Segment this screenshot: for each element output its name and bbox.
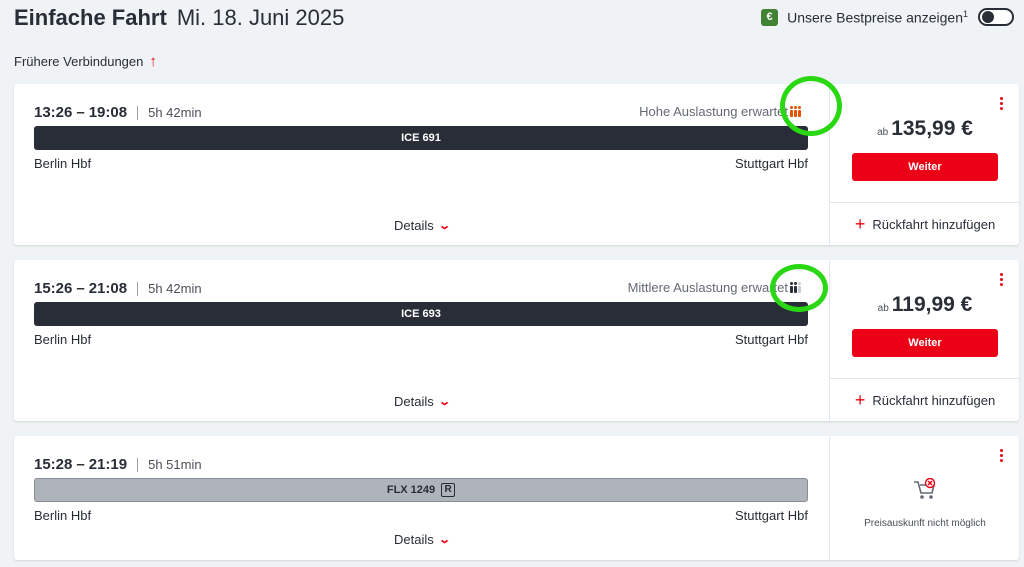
occupancy-medium-icon bbox=[790, 282, 801, 293]
time-dash: – bbox=[76, 280, 85, 297]
page-title: Einfache Fahrt bbox=[14, 5, 167, 30]
destination-station: Stuttgart Hbf bbox=[735, 156, 808, 171]
train-name: ICE 693 bbox=[401, 308, 441, 320]
continue-button[interactable]: Weiter bbox=[852, 329, 998, 357]
add-return-label: Rückfahrt hinzufügen bbox=[872, 216, 996, 232]
euro-icon: € bbox=[761, 8, 779, 26]
earlier-connections-label: Frühere Verbindungen bbox=[14, 54, 144, 69]
connection-main[interactable]: 15:28 – 21:19 5h 51min FLX 1249 R Berlin … bbox=[14, 436, 829, 560]
departure-time: 15:26 bbox=[34, 280, 73, 297]
travel-date[interactable]: Mi. 18. Juni 2025 bbox=[177, 5, 345, 31]
price-prefix: ab bbox=[877, 127, 889, 138]
details-toggle[interactable]: Details ⌄ bbox=[14, 218, 829, 233]
train-bar[interactable]: ICE 693 bbox=[34, 302, 808, 326]
duration: 5h 51min bbox=[148, 457, 202, 472]
earlier-connections-link[interactable]: Frühere Verbindungen ↑ bbox=[14, 53, 157, 70]
bestprice-toggle-row[interactable]: € Unsere Bestpreise anzeigen1 bbox=[761, 8, 1014, 26]
arrival-time: 19:08 bbox=[88, 104, 128, 121]
price-value: 135,99 € bbox=[891, 117, 973, 140]
price: ab 135,99 € bbox=[830, 117, 1020, 141]
price: ab 119,99 € bbox=[830, 293, 1020, 317]
destination-station: Stuttgart Hbf bbox=[735, 332, 808, 347]
connection-main[interactable]: 13:26 – 19:08 5h 42min Hohe Auslastung e… bbox=[14, 84, 829, 245]
time-dash: – bbox=[76, 456, 85, 473]
toggle-knob bbox=[982, 11, 994, 23]
connection-times: 13:26 – 19:08 5h 42min bbox=[34, 104, 202, 121]
no-price-label: Preisauskunft nicht möglich bbox=[864, 518, 986, 529]
details-toggle[interactable]: Details ⌄ bbox=[14, 394, 829, 409]
more-options-icon[interactable] bbox=[1000, 272, 1003, 287]
departure-time: 13:26 bbox=[34, 104, 73, 121]
connection-times: 15:26 – 21:08 5h 42min bbox=[34, 280, 202, 297]
details-label: Details bbox=[394, 532, 434, 547]
price-prefix: ab bbox=[877, 303, 889, 314]
origin-station: Berlin Hbf bbox=[34, 332, 92, 347]
bestprice-label: Unsere Bestpreise anzeigen1 bbox=[787, 8, 968, 26]
arrival-time: 21:08 bbox=[88, 280, 128, 297]
more-options-icon[interactable] bbox=[1000, 96, 1003, 111]
occupancy-info: Mittlere Auslastung erwartet bbox=[628, 280, 801, 295]
details-label: Details bbox=[394, 394, 434, 409]
origin-station: Berlin Hbf bbox=[34, 156, 92, 171]
destination-station: Stuttgart Hbf bbox=[735, 508, 808, 523]
more-options-icon[interactable] bbox=[1000, 448, 1003, 463]
price-panel: Preisauskunft nicht möglich bbox=[829, 436, 1019, 560]
departure-time: 15:28 bbox=[34, 456, 73, 473]
add-return-button[interactable]: + Rückfahrt hinzufügen bbox=[830, 202, 1020, 245]
price-panel: ab 135,99 € Weiter + Rückfahrt hinzufügen bbox=[829, 84, 1020, 245]
no-price-info: Preisauskunft nicht möglich bbox=[830, 477, 1020, 529]
connection-main[interactable]: 15:26 – 21:08 5h 42min Mittlere Auslastu… bbox=[14, 260, 829, 421]
add-return-label: Rückfahrt hinzufügen bbox=[872, 392, 996, 408]
occupancy-info: Hohe Auslastung erwartet bbox=[639, 104, 801, 119]
cart-unavailable-icon bbox=[830, 477, 1020, 508]
continue-button[interactable]: Weiter bbox=[852, 153, 998, 181]
chevron-down-icon: ⌄ bbox=[437, 396, 451, 408]
arrival-time: 21:19 bbox=[88, 456, 128, 473]
duration: 5h 42min bbox=[148, 105, 202, 120]
arrow-up-icon: ↑ bbox=[149, 53, 157, 70]
details-toggle[interactable]: Details ⌄ bbox=[14, 532, 829, 547]
occupancy-high-icon bbox=[790, 106, 801, 117]
chevron-down-icon: ⌄ bbox=[437, 220, 451, 232]
plus-icon: + bbox=[854, 389, 866, 410]
divider bbox=[137, 281, 139, 296]
train-name: ICE 691 bbox=[401, 132, 441, 144]
train-name: FLX 1249 bbox=[386, 484, 436, 496]
price-panel: ab 119,99 € Weiter + Rückfahrt hinzufügen bbox=[829, 260, 1020, 421]
divider bbox=[137, 457, 139, 472]
duration: 5h 42min bbox=[148, 281, 202, 296]
origin-station: Berlin Hbf bbox=[34, 508, 92, 523]
add-return-button[interactable]: + Rückfahrt hinzufügen bbox=[830, 378, 1020, 421]
bestprice-toggle[interactable] bbox=[978, 8, 1014, 26]
connection-card: 13:26 – 19:08 5h 42min Hohe Auslastung e… bbox=[14, 76, 1020, 245]
train-bar[interactable]: ICE 691 bbox=[34, 126, 808, 150]
details-label: Details bbox=[394, 218, 434, 233]
occupancy-label: Mittlere Auslastung erwartet bbox=[627, 280, 788, 295]
connection-card: 15:26 – 21:08 5h 42min Mittlere Auslastu… bbox=[14, 260, 1020, 421]
connection-card: 15:28 – 21:19 5h 51min FLX 1249 R Berlin … bbox=[14, 436, 1019, 560]
page-header: Einfache Fahrt Mi. 18. Juni 2025 bbox=[14, 5, 344, 31]
occupancy-label: Hohe Auslastung erwartet bbox=[639, 104, 788, 119]
connection-times: 15:28 – 21:19 5h 51min bbox=[34, 456, 202, 473]
divider bbox=[137, 105, 139, 120]
price-value: 119,99 € bbox=[891, 293, 973, 316]
train-bar[interactable]: FLX 1249 R bbox=[34, 478, 808, 502]
plus-icon: + bbox=[854, 213, 866, 234]
reservation-badge: R bbox=[441, 483, 456, 497]
time-dash: – bbox=[76, 104, 85, 121]
chevron-down-icon: ⌄ bbox=[437, 534, 451, 546]
